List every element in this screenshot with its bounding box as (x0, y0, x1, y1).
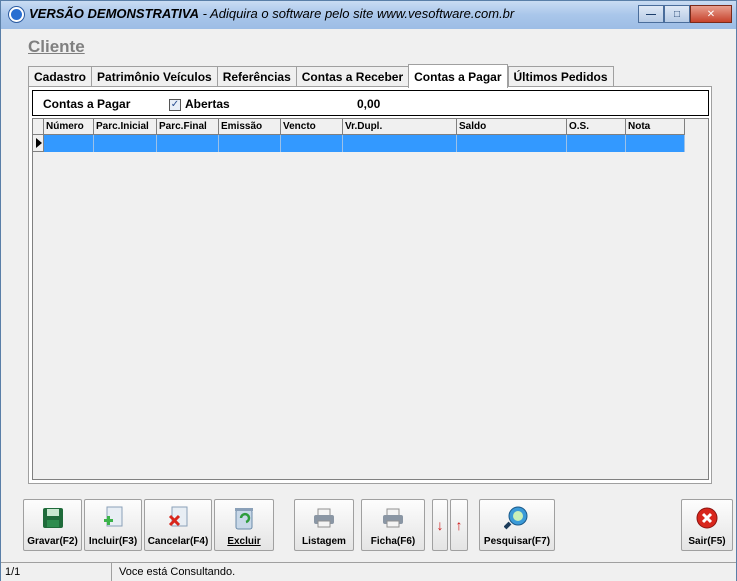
move-down-button[interactable]: ↓ (432, 499, 448, 551)
floppy-disk-icon (40, 505, 66, 531)
printer-icon (380, 505, 406, 531)
cancel-document-icon (165, 505, 191, 531)
printer-icon (311, 505, 337, 531)
cell-os[interactable] (567, 135, 626, 152)
contas-a-pagar-grid[interactable]: Número Parc.Inicial Parc.Final Emissão V… (32, 118, 709, 480)
app-icon (9, 7, 24, 22)
col-header-emissao[interactable]: Emissão (219, 119, 281, 135)
tab-contas-a-pagar[interactable]: Contas a Pagar (408, 64, 508, 88)
status-divider (111, 563, 112, 581)
exit-button[interactable]: Sair(F5) (681, 499, 733, 551)
form-header: Cliente (28, 37, 85, 56)
col-header-parc-final[interactable]: Parc.Final (157, 119, 219, 135)
save-button[interactable]: Gravar(F2) (23, 499, 82, 551)
grid-indicator-header (33, 119, 44, 135)
col-header-os[interactable]: O.S. (567, 119, 626, 135)
cell-nota[interactable] (626, 135, 685, 152)
record-position: 1/1 (5, 566, 21, 578)
row-indicator (33, 135, 44, 152)
tab-patrimonio-veiculos[interactable]: Patrimônio Veículos (91, 66, 217, 87)
tab-ultimos-pedidos[interactable]: Últimos Pedidos (507, 66, 614, 87)
main-window: VERSÃO DEMONSTRATIVA - Adiquira o softwa… (0, 0, 737, 581)
cell-numero[interactable] (44, 135, 94, 152)
window-title: VERSÃO DEMONSTRATIVA - Adiquira o softwa… (29, 6, 515, 21)
tab-panel-contas-a-pagar: Contas a Pagar ✓ Abertas 0,00 Número Par… (28, 86, 712, 484)
search-icon (504, 505, 530, 531)
col-header-vr-dupl[interactable]: Vr.Dupl. (343, 119, 457, 135)
abertas-checkbox-label[interactable]: Abertas (185, 97, 230, 111)
abertas-checkbox[interactable]: ✓ (169, 99, 181, 111)
grid-header: Número Parc.Inicial Parc.Final Emissão V… (33, 119, 685, 135)
arrow-down-icon: ↓ (436, 517, 444, 533)
close-circle-icon (694, 505, 720, 531)
col-header-vencto[interactable]: Vencto (281, 119, 343, 135)
cell-parc-final[interactable] (157, 135, 219, 152)
arrow-up-icon: ↑ (455, 517, 463, 533)
col-header-nota[interactable]: Nota (626, 119, 685, 135)
table-row[interactable] (33, 135, 685, 152)
status-bar: 1/1 Voce está Consultando. (1, 562, 736, 581)
maximize-icon[interactable]: □ (664, 5, 690, 23)
current-row-arrow-icon (36, 138, 42, 148)
status-message: Voce está Consultando. (119, 566, 236, 578)
title-bar: VERSÃO DEMONSTRATIVA - Adiquira o softwa… (1, 1, 736, 29)
sheet-button[interactable]: Ficha(F6) (361, 499, 425, 551)
tab-strip: Cadastro Patrimônio Veículos Referências… (28, 64, 614, 88)
cell-vencto[interactable] (281, 135, 343, 152)
add-button[interactable]: Incluir(F3) (84, 499, 142, 551)
cell-parc-inicial[interactable] (94, 135, 157, 152)
minimize-icon[interactable]: — (638, 5, 664, 23)
tab-cadastro[interactable]: Cadastro (28, 66, 92, 87)
col-header-saldo[interactable]: Saldo (457, 119, 567, 135)
search-button[interactable]: Pesquisar(F7) (479, 499, 555, 551)
cell-saldo[interactable] (457, 135, 567, 152)
add-document-icon (100, 505, 126, 531)
list-button[interactable]: Listagem (294, 499, 354, 551)
filter-bar: Contas a Pagar ✓ Abertas 0,00 (32, 90, 709, 116)
cancel-button[interactable]: Cancelar(F4) (144, 499, 212, 551)
close-icon[interactable]: ✕ (690, 5, 732, 23)
move-up-button[interactable]: ↑ (450, 499, 468, 551)
cell-emissao[interactable] (219, 135, 281, 152)
tab-referencias[interactable]: Referências (216, 66, 296, 87)
col-header-parc-inicial[interactable]: Parc.Inicial (94, 119, 157, 135)
filter-label: Contas a Pagar (43, 97, 131, 111)
tab-contas-a-receber[interactable]: Contas a Receber (295, 66, 409, 87)
cell-vr-dupl[interactable] (343, 135, 457, 152)
window-controls: — □ ✕ (638, 5, 732, 23)
delete-button[interactable]: Excluir (214, 499, 274, 551)
recycle-bin-icon (231, 505, 257, 531)
total-value: 0,00 (357, 97, 381, 111)
action-toolbar: Gravar(F2) Incluir(F3) Cancelar(F4) Excl… (1, 494, 736, 556)
col-header-numero[interactable]: Número (44, 119, 94, 135)
